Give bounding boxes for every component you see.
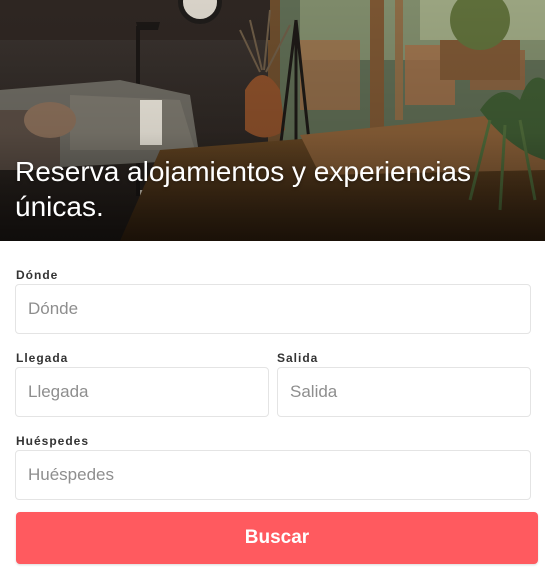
checkout-label: Salida: [277, 351, 319, 365]
checkin-input[interactable]: [15, 367, 269, 417]
where-label: Dónde: [16, 268, 59, 282]
hero-banner: Reserva alojamientos y experiencias únic…: [0, 0, 545, 241]
booking-page: Reserva alojamientos y experiencias únic…: [0, 0, 545, 581]
checkin-label: Llegada: [16, 351, 69, 365]
search-button[interactable]: Buscar: [16, 512, 538, 564]
where-input[interactable]: [15, 284, 531, 334]
guests-label: Huéspedes: [16, 434, 90, 448]
guests-input[interactable]: [15, 450, 531, 500]
hero-title: Reserva alojamientos y experiencias únic…: [15, 156, 471, 222]
search-form: Dónde Llegada Salida Huéspedes Buscar: [0, 241, 545, 581]
checkout-input[interactable]: [277, 367, 531, 417]
